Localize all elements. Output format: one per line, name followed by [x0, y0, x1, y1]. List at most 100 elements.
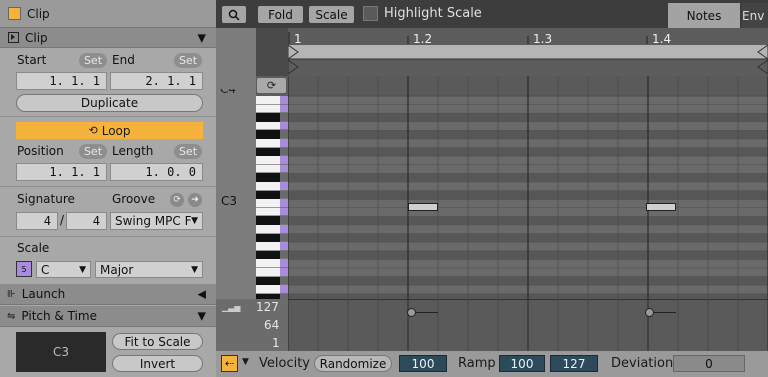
- clip-header[interactable]: Clip: [0, 0, 216, 28]
- expand-arrow-icon[interactable]: ◀: [198, 288, 206, 301]
- piano-key[interactable]: [256, 173, 280, 182]
- ramp-end-field[interactable]: 127: [550, 355, 598, 372]
- piano-key[interactable]: [256, 216, 280, 225]
- tab-notes[interactable]: Notes: [668, 3, 740, 28]
- velocity-handle[interactable]: [645, 308, 654, 317]
- groove-dropdown[interactable]: Swing MPC F ▼: [110, 212, 203, 230]
- piano-key[interactable]: [256, 182, 280, 191]
- end-field[interactable]: 2. 1. 1: [110, 72, 203, 90]
- piano-key[interactable]: [256, 130, 280, 139]
- position-field[interactable]: 1. 1. 1: [16, 163, 107, 181]
- invert-button[interactable]: Invert: [112, 355, 203, 372]
- groove-value: Swing MPC F: [115, 214, 192, 228]
- divider: [0, 186, 216, 187]
- piano-key[interactable]: [256, 164, 280, 174]
- clip-section-icon: [8, 32, 19, 43]
- deviation-label: Deviation: [611, 356, 674, 371]
- ramp-start-field[interactable]: 100: [499, 355, 545, 372]
- loop-icon: ⟲: [88, 124, 98, 137]
- piano-key[interactable]: [256, 139, 280, 148]
- signature-slash: /: [60, 213, 65, 227]
- length-label: Length: [112, 144, 154, 158]
- piano-key[interactable]: [256, 276, 280, 286]
- collapse-arrow-icon[interactable]: ▼: [198, 310, 206, 323]
- groove-commit-icon[interactable]: ➜: [188, 193, 202, 207]
- groove-hotswap-icon[interactable]: ⟳: [170, 193, 184, 207]
- signature-numerator[interactable]: 4: [16, 212, 58, 230]
- velocity-lane[interactable]: ▁▃▅ 127 64 1: [216, 299, 768, 351]
- scale-mode-dropdown[interactable]: Major ▼: [95, 261, 203, 278]
- groove-label: Groove: [112, 192, 156, 206]
- piano-key[interactable]: [256, 190, 280, 200]
- end-label: End: [112, 53, 135, 67]
- end-set-button[interactable]: Set: [174, 53, 202, 68]
- grid-canvas: [288, 76, 768, 299]
- start-field[interactable]: 1. 1. 1: [16, 72, 107, 90]
- piano-key[interactable]: [256, 104, 280, 114]
- piano-key[interactable]: [256, 259, 280, 268]
- launch-title: Launch: [21, 287, 66, 301]
- start-label: Start: [17, 53, 47, 67]
- chevron-down-icon: ▼: [79, 264, 86, 275]
- piano-key[interactable]: [256, 225, 280, 234]
- midi-note[interactable]: [408, 203, 438, 211]
- piano-key[interactable]: [256, 250, 280, 260]
- pitch-time-section-header[interactable]: ⇋ Pitch & Time ▼: [0, 306, 216, 327]
- piano-key[interactable]: [256, 113, 280, 122]
- divider: [0, 116, 216, 117]
- velocity-value-field[interactable]: 100: [399, 355, 447, 372]
- pitch-display: C3: [16, 332, 106, 372]
- piano-key[interactable]: [256, 147, 280, 157]
- piano-key[interactable]: [256, 293, 280, 299]
- fit-to-scale-button[interactable]: Fit to Scale: [112, 333, 203, 350]
- duplicate-button[interactable]: Duplicate: [16, 94, 203, 112]
- scale-mode-toggle-icon[interactable]: 5: [16, 261, 32, 277]
- clip-color-icon[interactable]: [8, 7, 21, 20]
- signature-label: Signature: [17, 192, 75, 206]
- deviation-field[interactable]: 0: [673, 355, 745, 372]
- start-set-button[interactable]: Set: [79, 53, 107, 68]
- c3-label: C3: [221, 194, 238, 208]
- fold-button[interactable]: Fold: [258, 6, 303, 23]
- clip-header-title: Clip: [27, 6, 50, 21]
- position-set-button[interactable]: Set: [79, 144, 107, 159]
- piano-key[interactable]: [256, 156, 280, 165]
- launch-section-header[interactable]: ⊪ Launch ◀: [0, 284, 216, 305]
- collapse-arrow-icon[interactable]: ▼: [198, 31, 206, 44]
- note-label-column: C4 C3: [216, 28, 288, 299]
- loop-refresh-icon[interactable]: ⟳: [257, 78, 286, 93]
- length-field[interactable]: 1. 0. 0: [110, 163, 203, 181]
- piano-key[interactable]: [256, 207, 280, 217]
- signature-denominator[interactable]: 4: [66, 212, 107, 230]
- piano-key[interactable]: [256, 199, 280, 208]
- piano-key[interactable]: [256, 268, 280, 277]
- clip-section-title: Clip: [25, 30, 48, 45]
- divider: [0, 236, 216, 237]
- search-button[interactable]: [222, 6, 246, 23]
- piano-key[interactable]: [256, 285, 280, 294]
- piano-key[interactable]: [256, 233, 280, 243]
- chevron-down-icon[interactable]: ▼: [242, 357, 249, 367]
- chevron-down-icon: ▼: [191, 216, 198, 226]
- piano-key[interactable]: [256, 242, 280, 251]
- scale-root-dropdown[interactable]: C ▼: [36, 261, 91, 278]
- clip-section-header[interactable]: Clip ▼: [0, 28, 216, 48]
- velocity-tick-1: 1: [272, 336, 280, 350]
- velocity-handle[interactable]: [407, 308, 416, 317]
- scale-button[interactable]: Scale: [309, 6, 354, 23]
- randomize-button[interactable]: Randomize: [314, 355, 392, 372]
- loop-button[interactable]: ⟲ Loop: [16, 122, 203, 139]
- piano-key[interactable]: [256, 121, 280, 131]
- piano-keyboard[interactable]: [256, 96, 289, 299]
- length-set-button[interactable]: Set: [174, 144, 202, 159]
- tab-envelopes[interactable]: Env: [742, 3, 768, 28]
- velocity-canvas: [288, 299, 768, 351]
- piano-key[interactable]: [256, 96, 280, 105]
- midi-note[interactable]: [646, 203, 676, 211]
- back-arrow-icon[interactable]: ⇠: [221, 355, 238, 372]
- highlight-scale-checkbox[interactable]: [363, 6, 378, 21]
- note-grid[interactable]: [288, 76, 768, 299]
- ruler-marker: 1: [294, 32, 302, 46]
- loop-label: Loop: [101, 123, 131, 138]
- timeline-ruler[interactable]: 1 1.2 1.3 1.4: [288, 28, 768, 76]
